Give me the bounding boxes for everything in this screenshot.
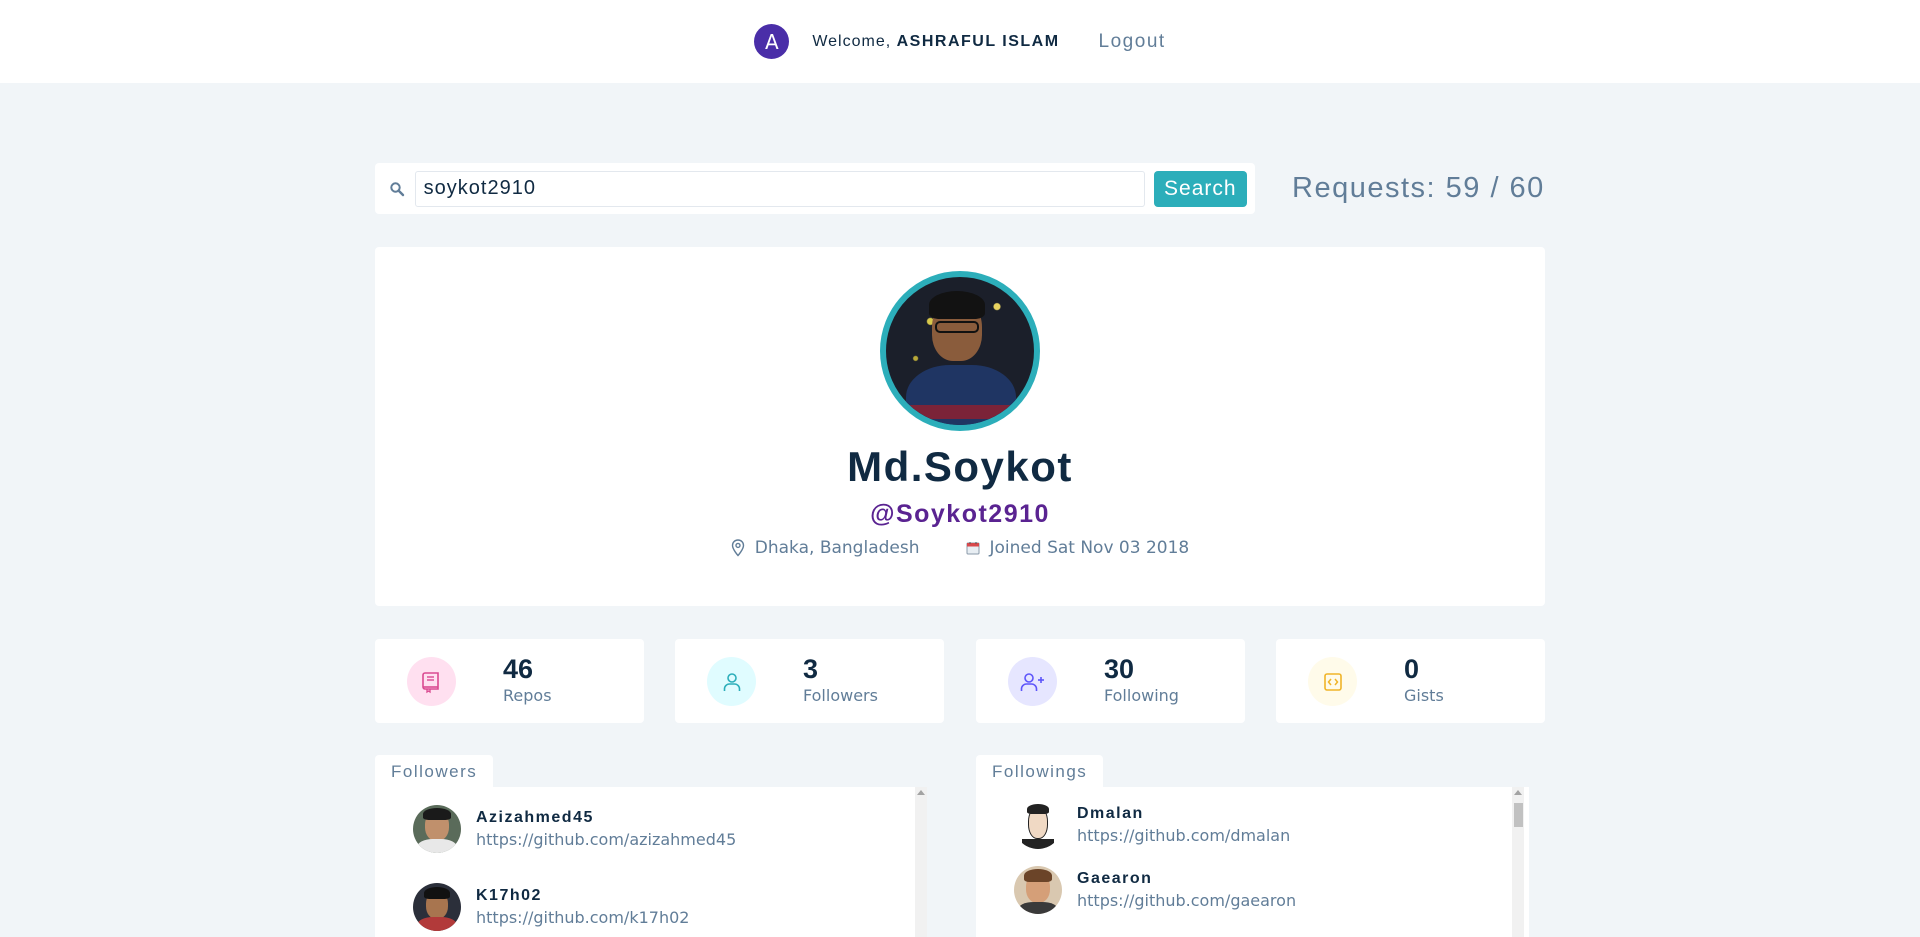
navbar-content: A Welcome, ASHRAFUL ISLAM Logout [754, 24, 1165, 59]
search-icon [387, 179, 407, 199]
logout-button[interactable]: Logout [1099, 31, 1166, 53]
followers-scrollbar[interactable] [915, 787, 927, 937]
following-item[interactable]: Gaearon https://github.com/gaearon [1014, 866, 1296, 914]
following-avatar [1014, 801, 1062, 849]
follower-avatar [413, 805, 461, 853]
follower-url[interactable]: https://github.com/azizahmed45 [476, 830, 736, 849]
following-url[interactable]: https://github.com/dmalan [1077, 826, 1290, 845]
followings-list: Dmalan https://github.com/dmalan Gaearon… [976, 787, 1529, 937]
avatar-glasses-shape [935, 321, 979, 333]
following-info: Gaearon https://github.com/gaearon [1077, 870, 1296, 910]
stat-value-following: 30 [1104, 654, 1135, 684]
profile-login[interactable]: @Soykot2910 [375, 500, 1545, 529]
stat-card-repos: 46 Repos [375, 639, 644, 723]
followers-tab: Followers [375, 755, 494, 788]
avatar-stripe-shape [906, 405, 1016, 419]
stat-card-gists: 0 Gists [1276, 639, 1545, 723]
follower-url[interactable]: https://github.com/k17h02 [476, 908, 689, 927]
stat-card-following: 30 Following [976, 639, 1245, 723]
follower-info: K17h02 https://github.com/k17h02 [476, 887, 689, 927]
avatar-hair-shape [929, 291, 985, 319]
profile-meta: Dhaka, Bangladesh Joined Sat Nov 03 2018 [375, 538, 1545, 558]
requests-counter: Requests: 59 / 60 [1292, 172, 1545, 204]
follower-info: Azizahmed45 https://github.com/azizahmed… [476, 809, 736, 849]
welcome-prefix: Welcome, [812, 32, 892, 50]
joined-item: Joined Sat Nov 03 2018 [966, 538, 1190, 558]
followings-tab: Followings [976, 755, 1104, 788]
following-avatar [1014, 866, 1062, 914]
user-avatar[interactable]: A [754, 24, 790, 59]
stat-value-followers: 3 [803, 654, 819, 684]
search-input[interactable] [414, 170, 1145, 207]
follower-avatar [413, 883, 461, 931]
follower-item[interactable]: Azizahmed45 https://github.com/azizahmed… [413, 805, 736, 853]
stat-value-gists: 0 [1404, 654, 1420, 684]
profile-avatar [880, 271, 1040, 431]
stat-label-following: Following [1104, 686, 1179, 705]
user-icon [707, 657, 756, 706]
following-name: Dmalan [1077, 805, 1144, 822]
scroll-up-arrow-icon[interactable] [917, 790, 925, 795]
book-icon [407, 657, 456, 706]
welcome-user-name: ASHRAFUL ISLAM [896, 32, 1060, 50]
scroll-thumb[interactable] [1514, 803, 1523, 827]
profile-name: Md.Soykot [847, 443, 1073, 490]
map-pin-icon [731, 539, 745, 557]
scroll-up-arrow-icon[interactable] [1514, 790, 1522, 795]
code-icon [1308, 657, 1357, 706]
following-name: Gaearon [1077, 870, 1153, 887]
avatar-body-shape [906, 365, 1016, 425]
following-info: Dmalan https://github.com/dmalan [1077, 805, 1290, 845]
following-item[interactable]: Dmalan https://github.com/dmalan [1014, 801, 1290, 849]
followers-list: Azizahmed45 https://github.com/azizahmed… [375, 787, 927, 937]
follower-item[interactable]: K17h02 https://github.com/k17h02 [413, 883, 689, 931]
navbar: A Welcome, ASHRAFUL ISLAM Logout [0, 0, 1920, 83]
follower-name: K17h02 [476, 887, 542, 904]
stat-card-followers: 3 Followers [675, 639, 944, 723]
stat-label-followers: Followers [803, 686, 878, 705]
joined-text: Joined Sat Nov 03 2018 [989, 538, 1190, 558]
search-button[interactable]: Search [1153, 170, 1247, 207]
stat-label-repos: Repos [503, 686, 552, 705]
following-url[interactable]: https://github.com/gaearon [1077, 891, 1296, 910]
profile-card: Md.Soykot @Soykot2910 Dhaka, Bangladesh … [375, 247, 1545, 606]
search-form: Search [375, 163, 1255, 214]
welcome-text: Welcome, ASHRAFUL ISLAM [812, 33, 1059, 51]
location-item: Dhaka, Bangladesh [731, 538, 920, 558]
stat-label-gists: Gists [1404, 686, 1444, 705]
user-plus-icon [1008, 657, 1057, 706]
follower-name: Azizahmed45 [476, 809, 594, 826]
location-text: Dhaka, Bangladesh [754, 538, 920, 558]
stat-value-repos: 46 [503, 654, 534, 684]
calendar-icon [966, 541, 980, 555]
followings-scrollbar[interactable] [1512, 787, 1524, 937]
